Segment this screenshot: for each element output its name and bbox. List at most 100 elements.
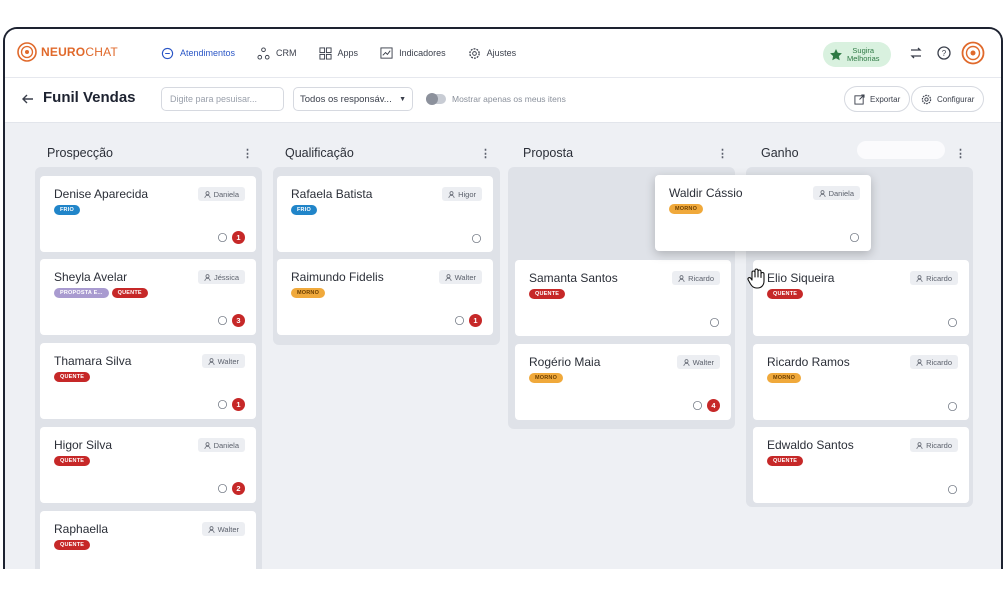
owner-name: Walter (217, 524, 239, 534)
column-title-qualificacao: Qualificação (285, 146, 354, 160)
deal-card[interactable]: Denise Aparecida Daniela FRIO 1 (40, 176, 256, 252)
owner-name: Ricardo (926, 440, 952, 450)
comment-icon[interactable] (471, 233, 482, 244)
grid-icon (319, 46, 332, 60)
deal-card[interactable]: Thamara Silva Walter QUENTE 1 (40, 343, 256, 419)
nav-atendimentos[interactable]: Atendimentos (161, 47, 235, 60)
deal-name: Waldir Cássio (669, 186, 743, 200)
owner-name: Walter (217, 356, 239, 366)
user-icon (916, 441, 923, 449)
owner-name: Daniela (213, 440, 239, 450)
comment-icon[interactable] (709, 317, 720, 328)
gear-icon (468, 47, 480, 59)
deal-card[interactable]: Rafaela Batista Higor FRIO (277, 176, 493, 252)
logo[interactable]: NEUROCHAT (17, 42, 118, 62)
tag-morno: MORNO (767, 373, 802, 383)
owner-chip: Jéssica (197, 270, 245, 284)
nav-ajustes[interactable]: Ajustes (468, 47, 516, 60)
tag-morno: MORNO (529, 373, 564, 383)
configure-button[interactable]: Configurar (911, 86, 985, 112)
deal-name: Edwaldo Santos (767, 438, 854, 452)
message-count-badge: 2 (232, 482, 245, 495)
comment-icon[interactable] (947, 401, 958, 412)
tag-quente: QUENTE (54, 372, 91, 382)
deal-name: Rafaela Batista (291, 187, 373, 201)
message-count-badge: 3 (232, 314, 245, 327)
deal-card[interactable]: Higor Silva Daniela QUENTE 2 (40, 427, 256, 503)
deal-name: Thamara Silva (54, 354, 132, 368)
deal-card[interactable]: Edwaldo Santos Ricardo QUENTE (753, 427, 969, 503)
user-icon (678, 274, 685, 282)
nav-apps[interactable]: Apps (319, 46, 358, 60)
user-icon (208, 525, 215, 533)
nav-label: Indicadores (399, 48, 446, 58)
responsible-select[interactable]: Todos os responsáv... ▼ (293, 87, 413, 111)
comment-icon[interactable] (947, 317, 958, 328)
suggest-improvements-button[interactable]: Sugira Melhorias (823, 42, 891, 67)
switch-arrows-icon[interactable] (908, 45, 924, 61)
deal-name: Rogério Maia (529, 355, 601, 369)
owner-chip: Walter (438, 270, 482, 284)
owner-name: Walter (454, 272, 476, 282)
only-mine-toggle[interactable] (426, 93, 446, 105)
deal-name: Samanta Santos (529, 271, 618, 285)
comment-icon[interactable] (849, 232, 860, 243)
nav-label: CRM (276, 48, 297, 58)
nav-indicadores[interactable]: Indicadores (380, 46, 446, 60)
deal-name: Denise Aparecida (54, 187, 149, 201)
comment-icon[interactable] (454, 315, 465, 326)
owner-chip: Ricardo (672, 271, 720, 285)
tag-quente: QUENTE (54, 540, 91, 550)
comment-icon[interactable] (234, 568, 245, 569)
comment-icon[interactable] (692, 400, 703, 411)
user-icon (819, 189, 826, 197)
user-icon (445, 273, 452, 281)
search-input[interactable] (161, 87, 284, 111)
deal-card[interactable]: Raphaella Walter QUENTE (40, 511, 256, 569)
owner-chip: Walter (676, 355, 720, 369)
deal-card[interactable]: Samanta Santos Ricardo QUENTE (515, 260, 731, 336)
owner-name: Daniela (828, 188, 854, 198)
grab-hand-cursor-icon (747, 268, 765, 289)
export-icon (854, 93, 865, 105)
comment-icon[interactable] (217, 483, 228, 494)
top-navbar: NEUROCHAT Atendimentos CRM Apps Indicado… (5, 29, 1001, 78)
deal-card[interactable]: Ricardo Ramos Ricardo MORNO (753, 344, 969, 420)
comment-icon[interactable] (947, 484, 958, 495)
dragging-deal-card[interactable]: Waldir Cássio Daniela MORNO (655, 175, 871, 251)
comment-icon[interactable] (217, 399, 228, 410)
owner-name: Ricardo (926, 273, 952, 283)
owner-name: Ricardo (926, 357, 952, 367)
tag-morno: MORNO (669, 204, 704, 214)
comment-icon[interactable] (217, 315, 228, 326)
user-icon (204, 273, 211, 281)
tag-frio: FRIO (54, 205, 80, 215)
column-menu-icon[interactable]: ⋮ (242, 147, 253, 160)
responsible-select-value: Todos os responsáv... (300, 93, 392, 105)
message-count-badge: 1 (469, 314, 482, 327)
user-icon (683, 358, 690, 366)
nav-crm[interactable]: CRM (257, 46, 297, 60)
gear-icon (921, 94, 932, 104)
owner-name: Jéssica (213, 272, 239, 282)
deal-card[interactable]: Sheyla Avelar Jéssica PROPOSTA E... QUENT… (40, 259, 256, 335)
user-avatar-icon[interactable] (961, 41, 985, 65)
column-menu-icon[interactable]: ⋮ (955, 147, 966, 160)
help-icon[interactable]: ? (936, 45, 952, 61)
owner-chip: Higor (442, 187, 482, 201)
column-menu-icon[interactable]: ⋮ (717, 147, 728, 160)
deal-card[interactable]: Rogério Maia Walter MORNO 4 (515, 344, 731, 420)
deal-card[interactable]: Raimundo Fidelis Walter MORNO 1 (277, 259, 493, 335)
deal-name: Raimundo Fidelis (291, 270, 384, 284)
export-button[interactable]: Exportar (844, 86, 911, 112)
comment-icon[interactable] (217, 232, 228, 243)
deal-name: Higor Silva (54, 438, 113, 452)
user-icon (916, 274, 923, 282)
column-menu-icon[interactable]: ⋮ (480, 147, 491, 160)
export-label: Exportar (870, 94, 901, 104)
back-arrow-icon[interactable] (21, 92, 35, 106)
logo-text: NEUROCHAT (41, 45, 118, 59)
owner-chip: Daniela (197, 187, 245, 201)
deal-card[interactable]: Elio Siqueira Ricardo QUENTE (753, 260, 969, 336)
owner-chip: Ricardo (910, 355, 958, 369)
